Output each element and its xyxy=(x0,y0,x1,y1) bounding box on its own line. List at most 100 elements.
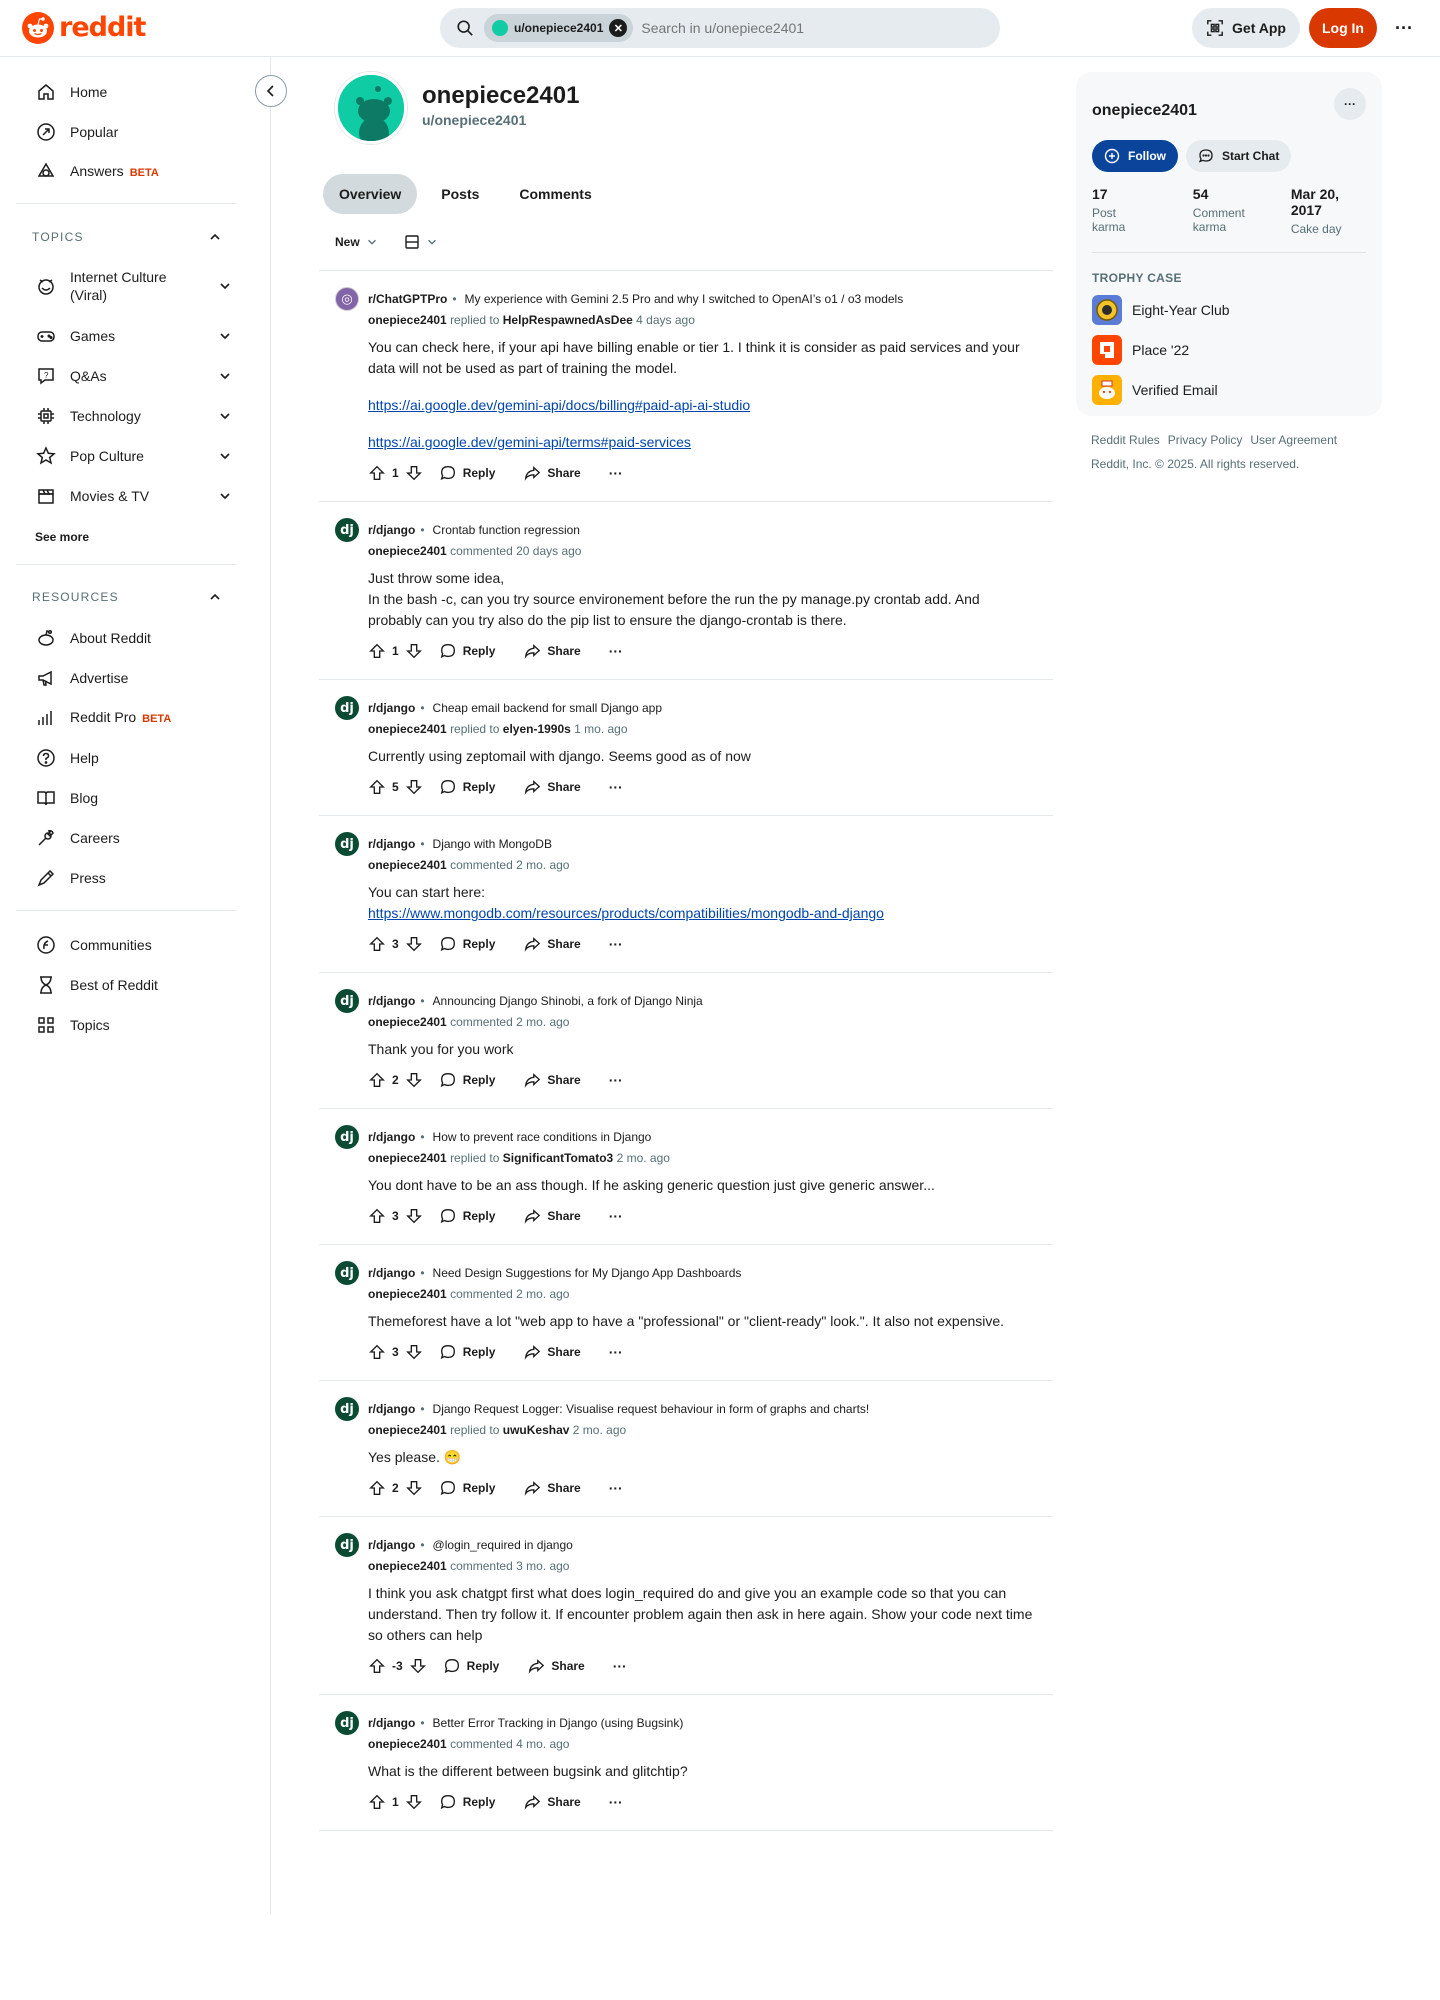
comment-card[interactable]: dj r/django • Cheap email backend for sm… xyxy=(319,680,1053,816)
comment-author[interactable]: onepiece2401 xyxy=(368,313,447,327)
subreddit-name[interactable]: r/django xyxy=(368,1402,415,1416)
downvote-icon[interactable] xyxy=(405,935,423,953)
tab-posts[interactable]: Posts xyxy=(425,174,495,214)
comment-author[interactable]: onepiece2401 xyxy=(368,1151,447,1165)
upvote-icon[interactable] xyxy=(368,1793,386,1811)
reply-button[interactable]: Reply xyxy=(439,1793,495,1811)
more-actions-icon[interactable]: ··· xyxy=(609,465,623,481)
comment-author[interactable]: onepiece2401 xyxy=(368,858,447,872)
comment-author[interactable]: onepiece2401 xyxy=(368,722,447,736)
sidebar-item-best-of-reddit[interactable]: Best of Reddit xyxy=(16,965,252,1005)
tab-overview[interactable]: Overview xyxy=(323,174,418,214)
reddit-logo[interactable]: reddit xyxy=(22,11,146,45)
follow-button[interactable]: Follow xyxy=(1092,140,1178,172)
sidebar-item-advertise[interactable]: Advertise xyxy=(16,658,252,698)
post-title[interactable]: Better Error Tracking in Django (using B… xyxy=(433,1716,684,1730)
comment-card[interactable]: dj r/django • Need Design Suggestions fo… xyxy=(319,1245,1053,1381)
start-chat-button[interactable]: Start Chat xyxy=(1186,140,1292,172)
downvote-icon[interactable] xyxy=(405,464,423,482)
post-title[interactable]: Announcing Django Shinobi, a fork of Dja… xyxy=(433,994,703,1008)
footer-link-privacy[interactable]: Privacy Policy xyxy=(1168,433,1243,447)
get-app-button[interactable]: Get App xyxy=(1192,8,1300,48)
downvote-icon[interactable] xyxy=(405,642,423,660)
comment-card[interactable]: dj r/django • Better Error Tracking in D… xyxy=(319,1695,1053,1831)
sidebar-item-careers[interactable]: Careers xyxy=(16,818,252,858)
card-more-icon[interactable]: ··· xyxy=(1334,88,1366,120)
clear-scope-icon[interactable]: ✕ xyxy=(609,19,628,37)
downvote-icon[interactable] xyxy=(405,1479,423,1497)
comment-card[interactable]: dj r/django • Django with MongoDB onepie… xyxy=(319,816,1053,973)
comment-author[interactable]: onepiece2401 xyxy=(368,1559,447,1573)
sidebar-item-qas[interactable]: ? Q&As xyxy=(16,356,252,396)
sidebar-item-movies-tv[interactable]: Movies & TV xyxy=(16,476,252,516)
sidebar-item-home[interactable]: Home xyxy=(16,72,252,112)
upvote-icon[interactable] xyxy=(368,642,386,660)
share-button[interactable]: Share xyxy=(523,1207,581,1225)
reply-target[interactable]: uwuKeshav xyxy=(503,1423,573,1437)
comment-card[interactable]: dj r/django • Announcing Django Shinobi,… xyxy=(319,973,1053,1109)
sidebar-item-help[interactable]: Help xyxy=(16,738,252,778)
upvote-icon[interactable] xyxy=(368,935,386,953)
more-actions-icon[interactable]: ··· xyxy=(609,1208,623,1224)
sidebar-item-press[interactable]: Press xyxy=(16,858,252,898)
more-actions-icon[interactable]: ··· xyxy=(609,936,623,952)
trophy-item[interactable]: Place '22 xyxy=(1092,335,1366,365)
post-title[interactable]: Django with MongoDB xyxy=(433,837,552,851)
subreddit-name[interactable]: r/django xyxy=(368,523,415,537)
search-scope-chip[interactable]: u/onepiece2401 ✕ xyxy=(484,14,634,42)
more-actions-icon[interactable]: ··· xyxy=(613,1658,627,1674)
comment-author[interactable]: onepiece2401 xyxy=(368,1015,447,1029)
upvote-icon[interactable] xyxy=(368,1071,386,1089)
reply-button[interactable]: Reply xyxy=(439,1207,495,1225)
subreddit-name[interactable]: r/django xyxy=(368,994,415,1008)
subreddit-name[interactable]: r/django xyxy=(368,1130,415,1144)
share-button[interactable]: Share xyxy=(523,464,581,482)
reply-target[interactable]: SignificantTomato3 xyxy=(503,1151,617,1165)
share-button[interactable]: Share xyxy=(523,642,581,660)
downvote-icon[interactable] xyxy=(405,1207,423,1225)
share-button[interactable]: Share xyxy=(523,935,581,953)
sidebar-item-reddit-pro[interactable]: Reddit Pro BETA xyxy=(16,698,252,738)
sidebar-item-popular[interactable]: Popular xyxy=(16,112,252,152)
reply-button[interactable]: Reply xyxy=(443,1657,499,1675)
upvote-icon[interactable] xyxy=(368,1343,386,1361)
share-button[interactable]: Share xyxy=(523,1793,581,1811)
view-layout-dropdown[interactable] xyxy=(404,234,438,250)
post-title[interactable]: Crontab function regression xyxy=(433,523,580,537)
post-title[interactable]: Need Design Suggestions for My Django Ap… xyxy=(433,1266,742,1280)
sidebar-item-communities[interactable]: Communities xyxy=(16,925,252,965)
comment-link[interactable]: https://ai.google.dev/gemini-api/terms#p… xyxy=(368,434,691,450)
comment-author[interactable]: onepiece2401 xyxy=(368,544,447,558)
reply-button[interactable]: Reply xyxy=(439,642,495,660)
reply-target[interactable]: elyen-1990s xyxy=(503,722,574,736)
post-title[interactable]: Django Request Logger: Visualise request… xyxy=(433,1402,870,1416)
trophy-item[interactable]: Verified Email xyxy=(1092,375,1366,405)
sidebar-item-pop-culture[interactable]: Pop Culture xyxy=(16,436,252,476)
downvote-icon[interactable] xyxy=(405,1071,423,1089)
reply-button[interactable]: Reply xyxy=(439,1071,495,1089)
sidebar-item-topics[interactable]: Topics xyxy=(16,1005,252,1045)
comment-card[interactable]: dj r/django • Crontab function regressio… xyxy=(319,502,1053,680)
subreddit-name[interactable]: r/django xyxy=(368,1266,415,1280)
subreddit-name[interactable]: r/ChatGPTPro xyxy=(368,292,447,306)
downvote-icon[interactable] xyxy=(405,1793,423,1811)
comment-card[interactable]: dj r/django • @login_required in django … xyxy=(319,1517,1053,1695)
share-button[interactable]: Share xyxy=(523,1071,581,1089)
downvote-icon[interactable] xyxy=(405,778,423,796)
share-button[interactable]: Share xyxy=(523,1343,581,1361)
downvote-icon[interactable] xyxy=(409,1657,427,1675)
comment-card[interactable]: ◎ r/ChatGPTPro • My experience with Gemi… xyxy=(319,271,1053,502)
more-actions-icon[interactable]: ··· xyxy=(609,1072,623,1088)
post-title[interactable]: My experience with Gemini 2.5 Pro and wh… xyxy=(465,292,904,306)
trophy-item[interactable]: Eight-Year Club xyxy=(1092,295,1366,325)
comment-link[interactable]: https://ai.google.dev/gemini-api/docs/bi… xyxy=(368,397,750,413)
more-actions-icon[interactable]: ··· xyxy=(609,1344,623,1360)
sidebar-item-blog[interactable]: Blog xyxy=(16,778,252,818)
more-actions-icon[interactable]: ··· xyxy=(609,1794,623,1810)
comment-author[interactable]: onepiece2401 xyxy=(368,1423,447,1437)
upvote-icon[interactable] xyxy=(368,464,386,482)
topics-section-header[interactable]: TOPICS xyxy=(32,230,222,244)
sort-dropdown[interactable]: New xyxy=(335,235,378,249)
login-button[interactable]: Log In xyxy=(1309,8,1377,48)
upvote-icon[interactable] xyxy=(368,778,386,796)
